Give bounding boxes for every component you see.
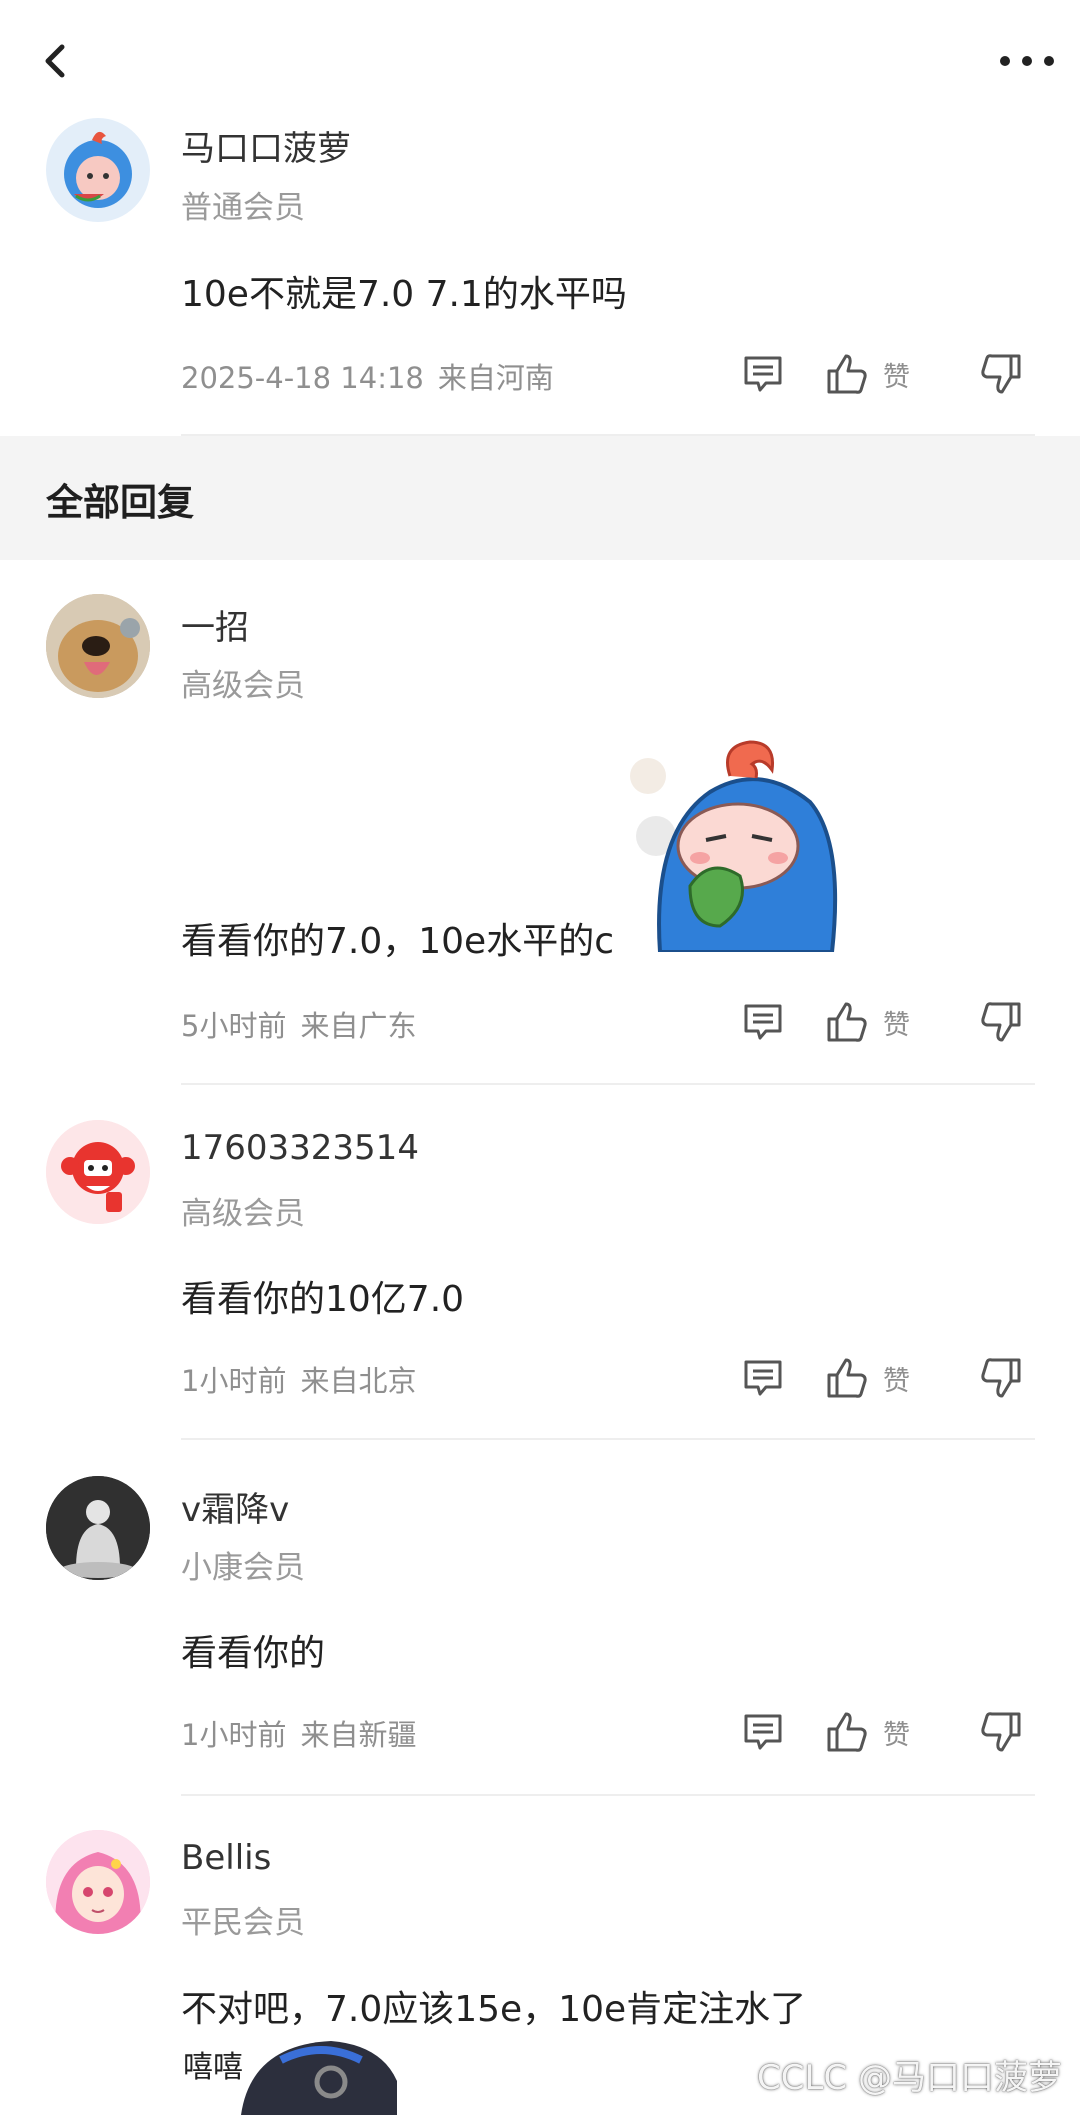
reply-button[interactable] <box>735 346 791 402</box>
avatar[interactable] <box>46 594 150 698</box>
username[interactable]: 一招 <box>181 600 249 649</box>
avatar[interactable] <box>46 1830 150 1934</box>
timestamp: 5小时前 <box>181 1009 287 1043</box>
like-button[interactable]: 赞 <box>825 1350 945 1406</box>
like-label: 赞 <box>883 1719 910 1751</box>
member-level: 高级会员 <box>181 668 305 704</box>
avatar[interactable] <box>46 1476 150 1580</box>
comment-text: 10e不就是7.0 7.1的水平吗 <box>181 274 627 315</box>
thumbs-down-icon <box>981 1712 1021 1752</box>
thumbs-down-icon <box>981 354 1021 394</box>
member-level: 小康会员 <box>181 1550 305 1586</box>
like-label: 赞 <box>883 1365 910 1397</box>
username[interactable]: 马口口菠萝 <box>181 121 351 170</box>
comment-meta: 5小时前 来自广东 <box>181 1003 416 1045</box>
member-level: 普通会员 <box>181 190 305 226</box>
username[interactable]: Bellis <box>181 1838 271 1878</box>
dislike-button[interactable] <box>973 994 1029 1050</box>
comment-meta: 2025-4-18 14:18 来自河南 <box>181 355 554 397</box>
thumbs-up-icon <box>827 1002 867 1042</box>
location: 来自广东 <box>300 1009 417 1043</box>
thumbs-down-icon <box>981 1002 1021 1042</box>
location: 来自河南 <box>437 361 554 395</box>
thumbs-up-icon <box>827 1712 867 1752</box>
chevron-left-icon <box>45 44 65 78</box>
member-level: 平民会员 <box>181 1905 305 1941</box>
section-title: 全部回复 <box>46 481 194 524</box>
comment-meta: 1小时前 来自北京 <box>181 1358 416 1400</box>
comment-actions: 赞 <box>735 1704 1035 1760</box>
comment-icon <box>744 1360 782 1396</box>
like-label: 赞 <box>883 361 910 393</box>
dislike-button[interactable] <box>973 1350 1029 1406</box>
more-horizontal-icon <box>1000 56 1054 66</box>
avatar[interactable] <box>46 118 150 222</box>
more-button[interactable] <box>992 36 1062 86</box>
username[interactable]: v霜降v <box>181 1482 289 1531</box>
like-label: 赞 <box>883 1009 910 1041</box>
comment-icon <box>744 356 782 392</box>
divider <box>181 1083 1035 1085</box>
divider <box>181 1438 1035 1440</box>
dislike-button[interactable] <box>973 1704 1029 1760</box>
sticker-caption: 嘻嘻 <box>183 2050 243 2085</box>
timestamp: 2025-4-18 14:18 <box>181 361 424 395</box>
thumbs-up-icon <box>827 1358 867 1398</box>
comment-text: 看看你的7.0，10e水平的c <box>181 921 615 962</box>
comment-actions: 赞 <box>735 346 1035 402</box>
like-button[interactable]: 赞 <box>825 1704 945 1760</box>
comment-text: 不对吧，7.0应该15e，10e肯定注水了 <box>181 1989 807 2030</box>
comment-text: 看看你的 <box>181 1633 326 1674</box>
thumbs-down-icon <box>981 1358 1021 1398</box>
comment-icon <box>744 1714 782 1750</box>
location: 来自北京 <box>300 1364 417 1398</box>
comment-meta: 1小时前 来自新疆 <box>181 1712 416 1754</box>
watermark: CCLC @马口口菠萝 <box>757 2058 1062 2098</box>
timestamp: 1小时前 <box>181 1718 287 1752</box>
back-button[interactable] <box>30 36 80 86</box>
username[interactable]: 17603323514 <box>181 1128 419 1168</box>
comment-text: 看看你的10亿7.0 <box>181 1279 465 1320</box>
divider <box>181 1794 1035 1796</box>
like-button[interactable]: 赞 <box>825 346 945 402</box>
like-button[interactable]: 赞 <box>825 994 945 1050</box>
avatar[interactable] <box>46 1120 150 1224</box>
comment-actions: 赞 <box>735 1350 1035 1406</box>
reply-button[interactable] <box>735 1350 791 1406</box>
thumbs-up-icon <box>827 354 867 394</box>
reply-button[interactable] <box>735 994 791 1050</box>
location: 来自新疆 <box>300 1718 417 1752</box>
reply-button[interactable] <box>735 1704 791 1760</box>
top-bar <box>0 0 1080 124</box>
timestamp: 1小时前 <box>181 1364 287 1398</box>
member-level: 高级会员 <box>181 1196 305 1232</box>
comment-actions: 赞 <box>735 994 1035 1050</box>
comment-icon <box>744 1004 782 1040</box>
sticker-image: 嘻嘻 <box>181 2036 397 2115</box>
dislike-button[interactable] <box>973 346 1029 402</box>
sticker-image <box>630 736 840 954</box>
